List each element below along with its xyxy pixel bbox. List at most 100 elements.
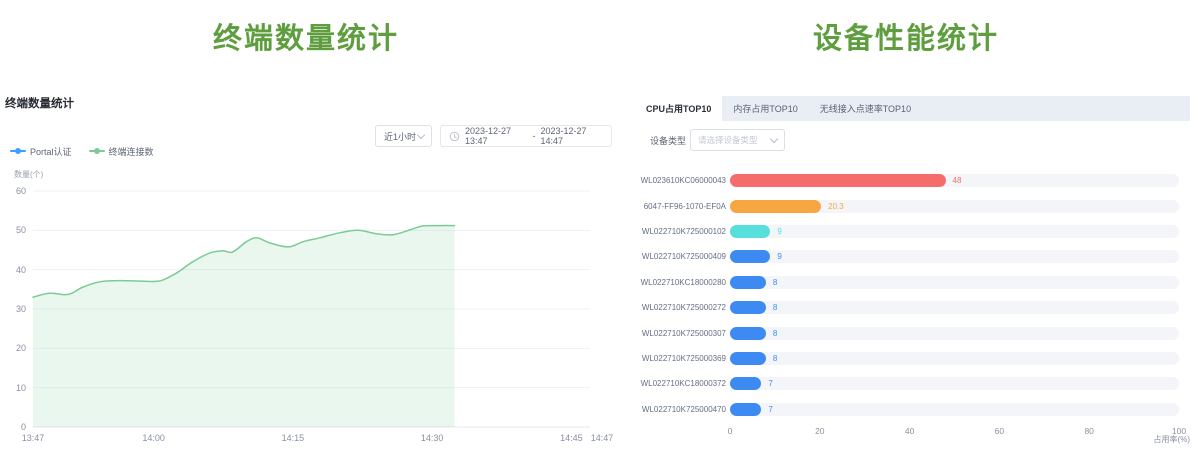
left-section-title: 终端数量统计 bbox=[0, 15, 612, 57]
bar-row: WL022710KC18000280 8 bbox=[635, 270, 1190, 295]
bar-row: WL022710K725000369 8 bbox=[635, 346, 1190, 371]
chevron-down-icon bbox=[417, 130, 425, 138]
bar-category-label: 6047-FF96-1070-EF0A bbox=[635, 202, 726, 211]
bar-area: 9 bbox=[730, 225, 1179, 238]
tab-memory-top10[interactable]: 内存占用TOP10 bbox=[722, 96, 808, 121]
bar-category-label: WL022710K725000470 bbox=[635, 405, 726, 414]
y-axis-tick: 20 bbox=[0, 343, 26, 353]
bar-category-label: WL022710K725000102 bbox=[635, 227, 726, 236]
bar-area: 8 bbox=[730, 301, 1179, 314]
line-chart-legend: Portal认证 终端连接数 bbox=[10, 145, 154, 157]
bar bbox=[730, 327, 766, 340]
bar-row: WL022710K725000470 7 bbox=[635, 397, 1190, 422]
device-type-select[interactable]: 请选择设备类型 bbox=[690, 129, 785, 151]
bar bbox=[730, 276, 766, 289]
bar-value-label: 8 bbox=[773, 303, 777, 312]
bar-value-label: 9 bbox=[777, 252, 781, 261]
x-axis-tick: 13:47 bbox=[11, 433, 55, 443]
bar-category-label: WL022710K725000409 bbox=[635, 252, 726, 261]
tab-cpu-top10[interactable]: CPU占用TOP10 bbox=[635, 96, 722, 121]
y-axis-tick: 0 bbox=[0, 422, 26, 432]
bar-x-axis: 020406080100 bbox=[730, 422, 1179, 436]
x-axis-tick: 14:00 bbox=[132, 433, 176, 443]
bar-value-label: 8 bbox=[773, 354, 777, 363]
time-range-select[interactable]: 近1小时 bbox=[375, 125, 432, 147]
bar-rows: WL023610KC06000043 48 6047-FF96-1070-EF0A 2… bbox=[635, 168, 1190, 422]
legend-item-connections[interactable]: 终端连接数 bbox=[89, 145, 154, 158]
bar-category-label: WL022710KC18000372 bbox=[635, 379, 726, 388]
clock-icon bbox=[449, 131, 460, 142]
bar-row: WL023610KC06000043 48 bbox=[635, 168, 1190, 193]
bar-value-label: 7 bbox=[768, 379, 772, 388]
bar-row: WL022710KC18000372 7 bbox=[635, 371, 1190, 396]
date-range-picker[interactable]: 2023-12-27 13:47 - 2023-12-27 14:47 bbox=[440, 125, 612, 147]
bar-area: 8 bbox=[730, 327, 1179, 340]
x-axis-tick: 40 bbox=[905, 426, 914, 436]
bar-category-label: WL022710K725000272 bbox=[635, 303, 726, 312]
terminal-panel-title: 终端数量统计 bbox=[5, 95, 74, 111]
bar-category-label: WL022710K725000369 bbox=[635, 354, 726, 363]
x-axis-tick: 14:15 bbox=[271, 433, 315, 443]
bar-value-label: 8 bbox=[773, 329, 777, 338]
legend-marker-portal bbox=[10, 147, 26, 155]
y-axis-tick: 60 bbox=[0, 186, 26, 196]
bar-row: WL022710K725000409 9 bbox=[635, 244, 1190, 269]
bar bbox=[730, 377, 761, 390]
bar-track bbox=[730, 250, 1179, 263]
bar-track bbox=[730, 301, 1179, 314]
terminal-count-line-chart: 010203040506013:4714:0014:1514:3014:4514… bbox=[0, 165, 620, 455]
connections-area bbox=[33, 226, 455, 427]
bar-row: WL022710K725000272 8 bbox=[635, 295, 1190, 320]
right-section-title: 设备性能统计 bbox=[620, 15, 1192, 57]
y-axis-tick: 50 bbox=[0, 225, 26, 235]
bar bbox=[730, 200, 821, 213]
bar bbox=[730, 403, 761, 416]
bar-track bbox=[730, 327, 1179, 340]
bar-x-axis-title: 占用率(%) bbox=[1154, 434, 1190, 445]
bar-value-label: 9 bbox=[777, 227, 781, 236]
legend-label-portal: Portal认证 bbox=[30, 145, 72, 158]
tab-wireless-rate-top10[interactable]: 无线接入点速率TOP10 bbox=[809, 96, 922, 121]
bar-value-label: 20.3 bbox=[828, 202, 844, 211]
bar-track bbox=[730, 276, 1179, 289]
legend-item-portal[interactable]: Portal认证 bbox=[10, 145, 72, 158]
bar-row: WL022710K725000102 9 bbox=[635, 219, 1190, 244]
line-chart-canvas bbox=[0, 165, 620, 455]
y-axis-tick: 10 bbox=[0, 383, 26, 393]
bar bbox=[730, 352, 766, 365]
legend-label-connections: 终端连接数 bbox=[109, 145, 154, 158]
bar-area: 8 bbox=[730, 276, 1179, 289]
bar-area: 7 bbox=[730, 377, 1179, 390]
x-axis-tick: 20 bbox=[815, 426, 824, 436]
bar-track bbox=[730, 225, 1179, 238]
bar-category-label: WL022710K725000307 bbox=[635, 329, 726, 338]
x-axis-tick: 0 bbox=[728, 426, 733, 436]
bar bbox=[730, 301, 766, 314]
bar-area: 8 bbox=[730, 352, 1179, 365]
date-range-separator: - bbox=[533, 131, 536, 141]
x-axis-tick: 14:47 bbox=[580, 433, 624, 443]
bar-value-label: 48 bbox=[953, 176, 962, 185]
bar bbox=[730, 250, 770, 263]
date-range-start: 2023-12-27 13:47 bbox=[465, 126, 528, 146]
bar-row: 6047-FF96-1070-EF0A 20.3 bbox=[635, 193, 1190, 218]
device-type-placeholder: 请选择设备类型 bbox=[698, 134, 758, 146]
bar-area: 20.3 bbox=[730, 200, 1179, 213]
time-range-value: 近1小时 bbox=[384, 130, 416, 143]
bar-row: WL022710K725000307 8 bbox=[635, 320, 1190, 345]
bar-track bbox=[730, 377, 1179, 390]
date-range-end: 2023-12-27 14:47 bbox=[541, 126, 604, 146]
cpu-top10-bar-chart: WL023610KC06000043 48 6047-FF96-1070-EF0A 2… bbox=[635, 168, 1190, 456]
bar-area: 7 bbox=[730, 403, 1179, 416]
x-axis-tick: 60 bbox=[995, 426, 1004, 436]
y-axis-tick: 30 bbox=[0, 304, 26, 314]
device-type-label: 设备类型 bbox=[650, 134, 686, 147]
x-axis-tick: 80 bbox=[1084, 426, 1093, 436]
bar-category-label: WL023610KC06000043 bbox=[635, 176, 726, 185]
bar-area: 48 bbox=[730, 174, 1179, 187]
bar-area: 9 bbox=[730, 250, 1179, 263]
bar-track bbox=[730, 352, 1179, 365]
x-axis-tick: 14:30 bbox=[410, 433, 454, 443]
y-axis-tick: 40 bbox=[0, 265, 26, 275]
bar-category-label: WL022710KC18000280 bbox=[635, 278, 726, 287]
